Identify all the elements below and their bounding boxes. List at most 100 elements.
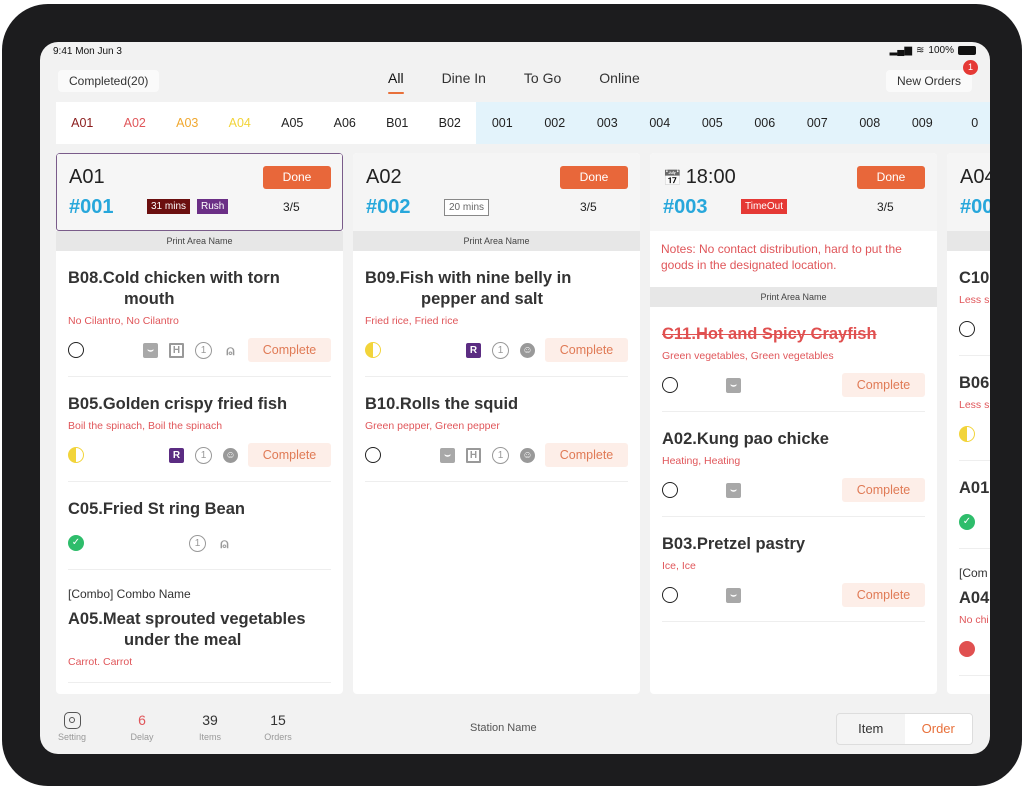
- status-empty-icon[interactable]: [68, 342, 84, 358]
- status-empty-icon[interactable]: [365, 447, 381, 463]
- order-card-header[interactable]: A01 #001 Done 31 mins Rush 3/5: [56, 153, 343, 231]
- complete-button[interactable]: Complete: [842, 583, 925, 607]
- battery-text: 100%: [928, 45, 954, 56]
- combo-name: [Com: [959, 566, 988, 580]
- item-actions: [959, 637, 990, 661]
- order-filter-004[interactable]: 004: [634, 102, 687, 144]
- order-filter-0[interactable]: 0: [949, 102, 991, 144]
- order-tags: 20 mins: [444, 199, 490, 216]
- item-title: B06: [959, 374, 990, 392]
- status-tag: TimeOut: [741, 199, 787, 214]
- item-title: B09.Fish with nine belly in pepper and s…: [365, 269, 572, 308]
- complete-button[interactable]: Complete: [545, 338, 628, 362]
- item-actions: [959, 422, 990, 446]
- table-filter-A02[interactable]: A02: [109, 102, 162, 144]
- status-empty-icon[interactable]: [662, 377, 678, 393]
- item-count: 3/5: [877, 200, 894, 214]
- order-card: A04#00C10Less sB06Less sA01✓[ComA04No ch…: [947, 153, 990, 694]
- status-empty-icon[interactable]: [959, 321, 975, 337]
- item-icons: ⌣: [726, 482, 741, 498]
- status-done-icon[interactable]: ✓: [68, 535, 84, 551]
- item-modifiers: Carrot. Carrot: [68, 656, 133, 668]
- table-filter-A04[interactable]: A04: [214, 102, 267, 144]
- order-item: B08.Cold chicken with torn mouth No Cilan…: [68, 251, 331, 377]
- order-number: #001: [69, 196, 114, 218]
- order-card-header[interactable]: 📅 18:00 #003 Done TimeOut 3/5: [650, 153, 937, 231]
- item-icons: ⌣: [726, 587, 741, 603]
- delay-stat[interactable]: 6 Delay: [112, 712, 172, 742]
- status-tag: 31 mins: [147, 199, 191, 214]
- order-card-header[interactable]: A04#00: [947, 153, 990, 231]
- status-half-icon[interactable]: [959, 426, 975, 442]
- complete-button[interactable]: Complete: [248, 338, 331, 362]
- done-button[interactable]: Done: [857, 166, 925, 189]
- order-filter-003[interactable]: 003: [581, 102, 634, 144]
- item-modifiers: Ice, Ice: [662, 560, 696, 572]
- order-filter-006[interactable]: 006: [739, 102, 792, 144]
- item-title: C05.Fried St ring Bean: [68, 500, 245, 518]
- item-icons: R 1 ☺: [169, 446, 238, 464]
- order-filter-001[interactable]: 001: [476, 102, 529, 144]
- new-orders-button[interactable]: New Orders 1: [885, 60, 978, 92]
- table-filter-A03[interactable]: A03: [161, 102, 214, 144]
- order-view-button[interactable]: Order: [904, 714, 972, 744]
- item-title: A04: [959, 589, 990, 607]
- item-icons: 1 ⍝: [189, 534, 232, 552]
- complete-button[interactable]: Complete: [842, 373, 925, 397]
- item-title: C10: [959, 269, 990, 287]
- order-filter-005[interactable]: 005: [686, 102, 739, 144]
- face-icon: ☺: [520, 447, 535, 463]
- items-label: Items: [198, 732, 221, 742]
- complete-button[interactable]: Complete: [842, 478, 925, 502]
- print-area-name: Print Area Name: [56, 231, 343, 251]
- tab-dine-in[interactable]: Dine In: [442, 70, 486, 94]
- item-actions: R 1 ☺ Complete: [365, 338, 628, 362]
- order-number: #003: [663, 196, 708, 218]
- station-name: Station Name: [470, 722, 537, 734]
- table-filter-B01[interactable]: B01: [371, 102, 424, 144]
- item-actions: ✓: [959, 510, 990, 534]
- table-filter-A06[interactable]: A06: [319, 102, 372, 144]
- table-filter-A05[interactable]: A05: [266, 102, 319, 144]
- order-filter-007[interactable]: 007: [791, 102, 844, 144]
- gear-icon: [42, 712, 102, 730]
- order-item: B03.Pretzel pastry Ice, Ice ⌣ Complete: [662, 517, 925, 622]
- table-filter-B02[interactable]: B02: [424, 102, 477, 144]
- status-empty-icon[interactable]: [662, 587, 678, 603]
- footer: Setting 6 Delay 39 Items 15 Orders Station …: [40, 694, 990, 754]
- item-icons: R 1 ☺: [466, 341, 535, 359]
- items-stat[interactable]: 39 Items: [180, 712, 240, 742]
- item-title: B08.Cold chicken with torn mouth: [68, 269, 280, 308]
- item-title: C11.Hot and Spicy Crayfish: [662, 325, 877, 343]
- tab-online[interactable]: Online: [599, 70, 639, 94]
- order-columns: A01 #001 Done 31 mins Rush 3/5 Print Area Name…: [56, 153, 990, 694]
- order-filter-008[interactable]: 008: [844, 102, 897, 144]
- order-filter-009[interactable]: 009: [896, 102, 949, 144]
- item-modifiers: Boil the spinach, Boil the spinach: [68, 420, 223, 432]
- status-done-icon[interactable]: ✓: [959, 514, 975, 530]
- status-half-icon[interactable]: [365, 342, 381, 358]
- table-name: A01: [69, 166, 105, 189]
- completed-button[interactable]: Completed(20): [58, 70, 160, 92]
- setting-button[interactable]: Setting: [42, 712, 102, 742]
- done-button[interactable]: Done: [263, 166, 331, 189]
- orders-stat[interactable]: 15 Orders: [248, 712, 308, 742]
- status-empty-icon[interactable]: [662, 482, 678, 498]
- order-item: C05.Fried St ring Bean ✓ 1 ⍝: [68, 482, 331, 570]
- bag-icon: ⌣: [440, 447, 455, 463]
- done-button[interactable]: Done: [560, 166, 628, 189]
- item-icons: ⌣ H 1 ☺: [440, 446, 535, 464]
- tab-all[interactable]: All: [388, 70, 404, 94]
- item-modifiers: Green vegetables, Green vegetables: [662, 350, 834, 362]
- item-title: B03.Pretzel pastry: [662, 535, 806, 553]
- status-half-icon[interactable]: [68, 447, 84, 463]
- order-filter-002[interactable]: 002: [529, 102, 582, 144]
- item-view-button[interactable]: Item: [837, 714, 905, 744]
- complete-button[interactable]: Complete: [248, 443, 331, 467]
- order-card-header[interactable]: A02 #002 Done 20 mins 3/5: [353, 153, 640, 231]
- complete-button[interactable]: Complete: [545, 443, 628, 467]
- one-icon: 1: [195, 341, 212, 359]
- status-red-icon[interactable]: [959, 641, 975, 657]
- tab-to-go[interactable]: To Go: [524, 70, 561, 94]
- table-filter-A01[interactable]: A01: [56, 102, 109, 144]
